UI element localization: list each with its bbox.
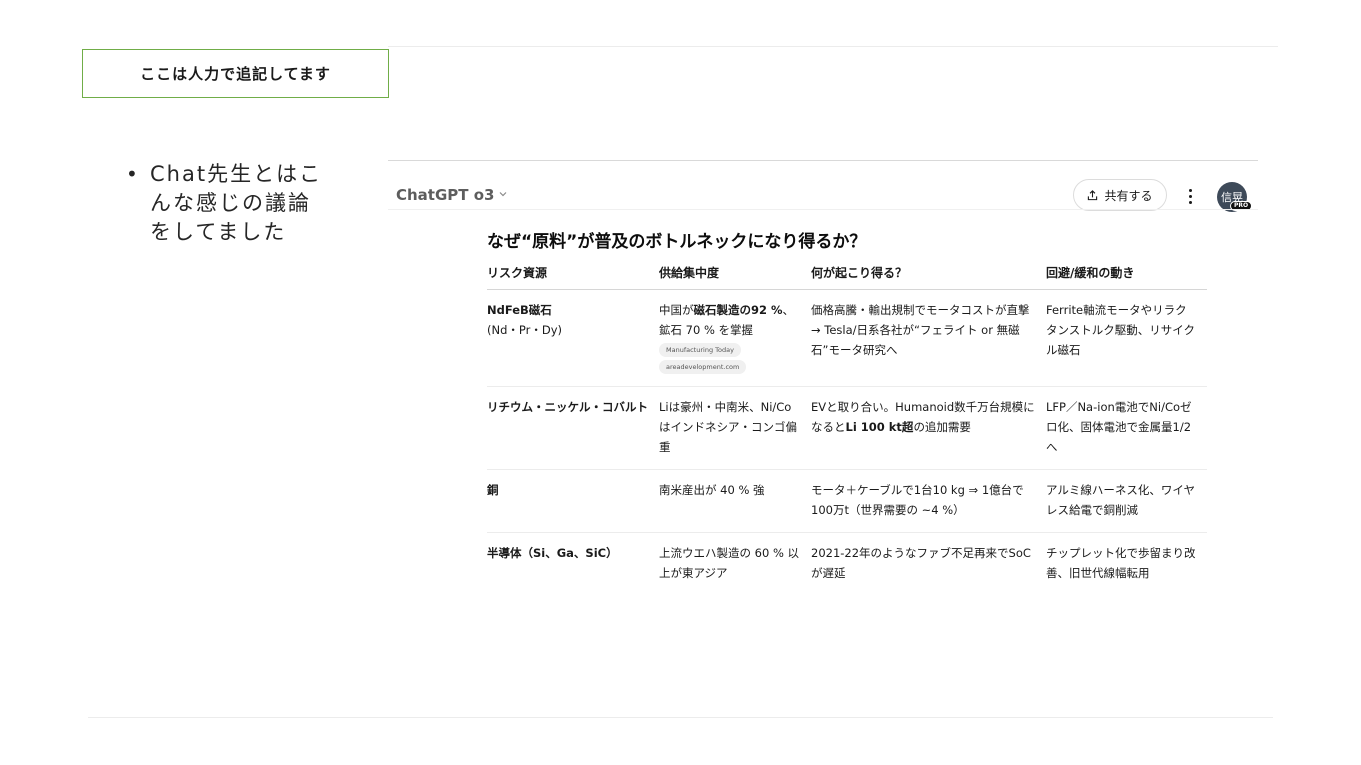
note-box: ここは人力で追記してます [82,49,389,98]
column-header: 供給集中度 [659,261,811,290]
table-cell: リチウム・ニッケル・コバルト [487,386,659,470]
top-divider [388,46,1278,47]
impact-text: の追加需要 [913,420,971,434]
bullet-list: • Chat先生とはこんな感じの議論をしてました [126,160,336,247]
table-cell: EVと取り合い。Humanoid数千万台規模になるとLi 100 kt超の追加需… [811,386,1046,470]
response-heading: なぜ“原料”が普及のボトルネックになり得るか？ [487,232,867,252]
table-header-row: リスク資源 供給集中度 何が起こり得る？ 回避/緩和の動き [487,261,1207,290]
column-header: 回避/緩和の動き [1046,261,1207,290]
avatar[interactable]: 信晃 PRO [1217,182,1253,212]
share-icon [1088,189,1098,200]
chevron-down-icon [498,189,508,202]
table-cell: 中国が磁石製造の92 %、鉱石 70 % を掌握 Manufacturing T… [659,289,811,387]
risk-table: リスク資源 供給集中度 何が起こり得る？ 回避/緩和の動き NdFeB磁石 (N… [487,261,1207,595]
impact-bold: Li 100 kt超 [845,420,914,434]
table-cell: 南米産出が 40 % 強 [659,469,811,533]
bullet-item: • Chat先生とはこんな感じの議論をしてました [126,160,336,247]
table-cell: チップレット化で歩留まり改善、旧世代線幅転用 [1046,546,1196,580]
impact-text: → Tesla/日系各社が“フェライト or 無磁石”モータ研究へ [811,323,1020,357]
resource-name: 銅 [487,483,499,497]
chatgpt-screenshot: ChatGPT o3 共有する 信晃 PRO なぜ“原料”が普及のボトルネックに… [388,160,1258,590]
column-header: 何が起こり得る？ [811,261,1046,290]
bullet-dot: • [126,162,138,186]
model-selector[interactable]: ChatGPT o3 [396,186,508,204]
table-cell: 半導体（Si、Ga、SiC） [487,533,659,596]
table-row: 銅 南米産出が 40 % 強 モータ＋ケーブルで1台10 kg ⇒ 1億台で10… [487,469,1207,533]
share-label: 共有する [1104,188,1153,203]
note-box-text: ここは人力で追記してます [140,65,331,83]
table-row: リチウム・ニッケル・コバルト Liは豪州・中南米、Ni/Coはインドネシア・コン… [487,386,1207,470]
impact-text: 価格高騰・輸出規制でモータコストが直撃 [811,303,1030,317]
table-cell: 2021-22年のようなファブ不足再来でSoCが遅延 [811,546,1031,580]
resource-name: 半導体（Si、Ga、SiC） [487,546,618,560]
table-cell: 価格高騰・輸出規制でモータコストが直撃 → Tesla/日系各社が“フェライト … [811,289,1046,387]
table-cell: 上流ウエハ製造の 60 % 以上が東アジア [659,546,800,580]
source-pill[interactable]: Manufacturing Today [659,343,741,357]
table-cell: NdFeB磁石 (Nd・Pr・Dy) [487,289,659,387]
more-options-icon[interactable] [1180,183,1200,209]
table-row: 半導体（Si、Ga、SiC） 上流ウエハ製造の 60 % 以上が東アジア 202… [487,533,1207,596]
supply-text: 中国が [659,303,694,317]
table-cell: モータ＋ケーブルで1台10 kg ⇒ 1億台で100万t（世界需要の ~4 %） [811,469,1046,533]
bottom-divider [88,717,1273,718]
share-button[interactable]: 共有する [1073,179,1167,211]
bullet-text: Chat先生とはこんな感じの議論をしてました [150,162,323,244]
table-cell: アルミ線ハーネス化、ワイヤレス給電で銅削減 [1046,469,1207,533]
table-cell: Ferrite軸流モータやリラクタンストルク駆動、リサイクル磁石 [1046,289,1207,387]
model-name: ChatGPT o3 [396,186,495,204]
chat-header: ChatGPT o3 共有する 信晃 PRO [388,170,1258,212]
table-cell: LFP／Na-ion電池でNi/Coゼロ化、固体電池で金属量1/2へ [1046,386,1207,470]
supply-bold: 磁石製造の92 % [693,303,783,317]
resource-sub: (Nd・Pr・Dy) [487,323,562,337]
resource-name: NdFeB磁石 [487,303,552,317]
resource-name: リチウム・ニッケル・コバルト [487,400,648,414]
screenshot-border [388,160,1258,161]
source-pill[interactable]: areadevelopment.com [659,360,747,374]
header-divider [388,209,1258,210]
column-header: リスク資源 [487,261,659,290]
table-cell: Liは豪州・中南米、Ni/Coはインドネシア・コンゴ偏重 [659,386,811,470]
table-cell: 銅 [487,469,659,533]
table-row: NdFeB磁石 (Nd・Pr・Dy) 中国が磁石製造の92 %、鉱石 70 % … [487,289,1207,387]
